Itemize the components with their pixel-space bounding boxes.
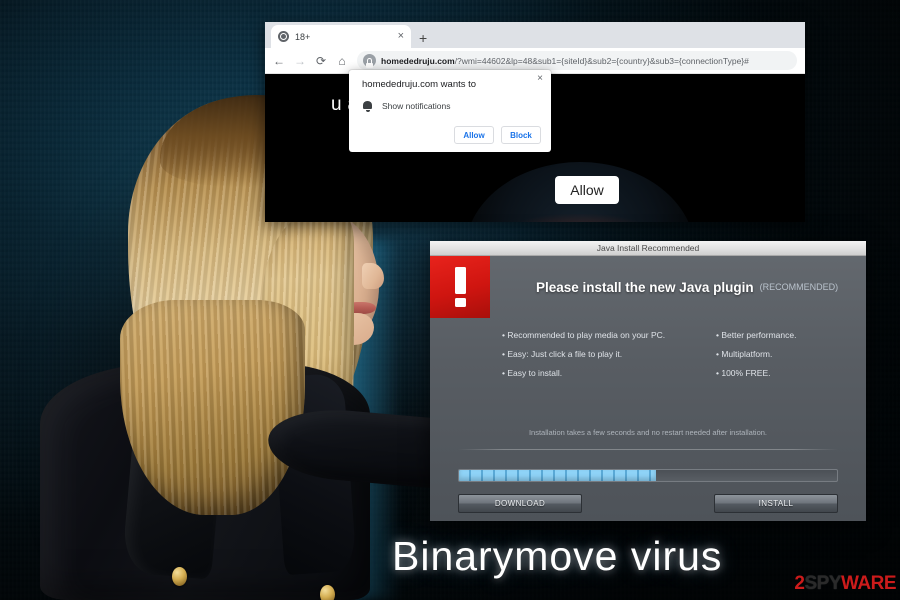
java-install-dialog: Java Install Recommended Please install … [430,241,866,521]
browser-tab-title: 18+ [295,31,311,42]
address-bar-url: homededruju.com/?wmi=44602&lp=48&sub1={s… [381,56,749,66]
blazer-gold-button [172,567,187,586]
exclamation-icon [430,256,490,318]
watermark-spy: SPY [804,573,841,594]
address-bar-path: /?wmi=44602&lp=48&sub1={siteId}&sub2={co… [454,55,749,66]
back-icon[interactable]: ← [273,55,285,67]
download-button[interactable]: DOWNLOAD [458,494,582,513]
java-dialog-recommended-tag: (RECOMMENDED) [759,282,839,292]
reload-icon[interactable]: ⟳ [315,55,327,67]
install-progress-fill [459,470,656,481]
benefit-item: Easy: Just click a file to play it. [502,349,702,359]
home-icon[interactable]: ⌂ [336,55,348,67]
screenshot-stage: 18+ × + ← → ⟳ ⌂ homededruju.com/?wmi=446… [0,0,900,600]
address-bar[interactable]: homededruju.com/?wmi=44602&lp=48&sub1={s… [357,51,797,70]
close-icon[interactable]: × [537,74,543,84]
java-dialog-benefits-right: Better performance. Multiplatform. 100% … [716,330,796,378]
site-watermark-logo: 2SPYWARE [794,574,896,593]
java-dialog-header: Please install the new Java plugin (RECO… [430,256,866,318]
close-icon[interactable]: × [398,31,404,42]
benefit-item: Multiplatform. [716,349,796,359]
install-button[interactable]: INSTALL [714,494,838,513]
java-dialog-headline-row: Please install the new Java plugin (RECO… [490,256,838,318]
globe-icon [278,31,289,42]
browser-tab[interactable]: 18+ × [271,25,411,48]
java-dialog-benefits-left: Recommended to play media on your PC. Ea… [502,330,702,378]
watermark-ware: WARE [841,573,897,594]
block-button[interactable]: Block [501,126,541,144]
lock-icon [363,54,376,68]
blazer-gold-button [320,585,335,600]
notification-permission-row: Show notifications [362,100,540,112]
notification-permission-popup: × homededruju.com wants to Show notifica… [349,70,551,152]
java-dialog-benefits: Recommended to play media on your PC. Ea… [430,318,866,378]
notification-popup-title: homededruju.com wants to [362,79,477,90]
java-dialog-titlebar: Java Install Recommended [430,241,866,256]
browser-tab-strip: 18+ × + [265,22,805,48]
benefit-item: 100% FREE. [716,368,796,378]
java-dialog-headline: Please install the new Java plugin [536,279,754,295]
new-tab-button[interactable]: + [419,31,427,45]
benefit-item: Recommended to play media on your PC. [502,330,702,340]
watermark-2: 2 [794,573,805,594]
java-dialog-divider [458,449,838,450]
forward-icon[interactable]: → [294,55,306,67]
java-dialog-note: Installation takes a few seconds and no … [528,428,768,437]
address-bar-domain: homededruju.com [381,55,455,66]
page-title: Binarymove virus [392,533,723,579]
java-dialog-body: Please install the new Java plugin (RECO… [430,256,866,521]
page-allow-button[interactable]: Allow [555,176,619,204]
allow-button[interactable]: Allow [454,126,494,144]
page-orb-glow [509,214,649,222]
install-progress-bar [458,469,838,482]
benefit-item: Better performance. [716,330,796,340]
notification-popup-actions: Allow Block [454,126,541,144]
notification-permission-label: Show notifications [382,101,451,111]
bell-icon [362,100,373,112]
java-dialog-actions: DOWNLOAD INSTALL [458,494,838,513]
benefit-item: Easy to install. [502,368,702,378]
java-dialog-title: Java Install Recommended [596,243,700,253]
